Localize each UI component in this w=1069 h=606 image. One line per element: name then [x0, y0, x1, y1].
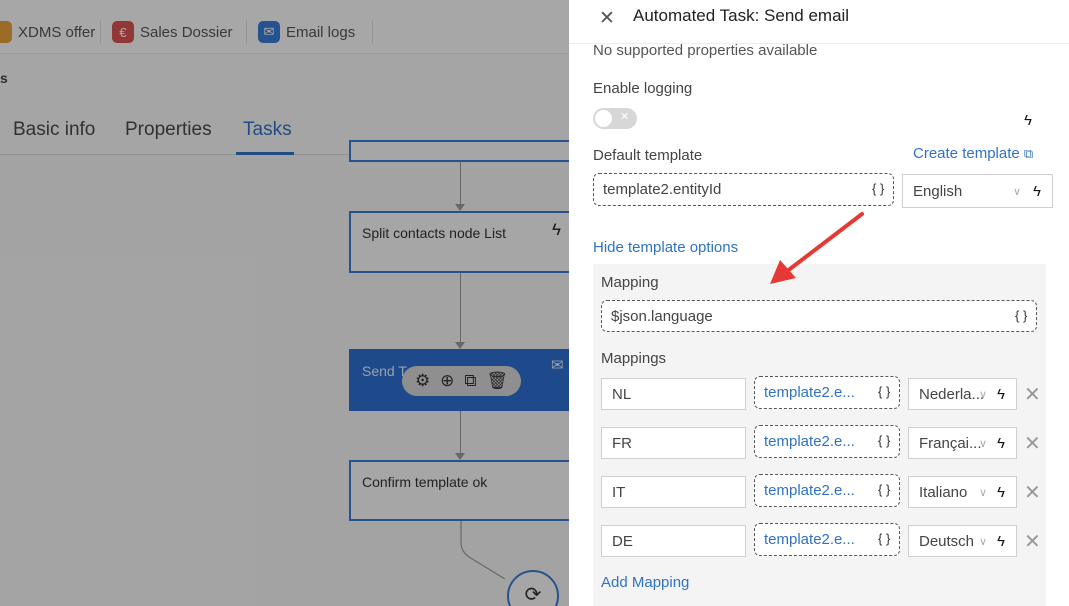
annotation-arrow [770, 212, 864, 284]
mapping-language-select[interactable]: Deutsch ∨ ϟ [908, 525, 1017, 557]
drawer-header: ✕ Automated Task: Send email [569, 0, 1069, 44]
logging-label: Enable logging [593, 80, 693, 97]
mapping-language-select[interactable]: Italiano ∨ ϟ [908, 476, 1017, 508]
remove-mapping-icon[interactable]: ✕ [1024, 480, 1041, 505]
toggle-knob [595, 110, 612, 127]
mapping-value: $json.language [611, 308, 713, 325]
mapping-key-value: IT [612, 484, 626, 501]
mapping-key-value: FR [612, 435, 632, 452]
mapping-key-input[interactable]: NL [601, 378, 746, 410]
close-icon[interactable]: ✕ [599, 7, 615, 30]
chevron-down-icon: ∨ [979, 438, 988, 450]
mapping-key-value: NL [612, 386, 632, 403]
toggle-off-icon: ✕ [620, 111, 630, 123]
remove-mapping-icon[interactable]: ✕ [1024, 382, 1041, 407]
mapping-language-value: Deutsch [919, 533, 975, 550]
mapping-label: Mapping [601, 274, 659, 291]
mapping-key-input[interactable]: IT [601, 476, 746, 508]
lightning-icon[interactable]: ϟ [997, 386, 1005, 403]
mapping-template-field[interactable]: template2.e... { } [754, 376, 900, 409]
default-template-field[interactable]: template2.entityId { } [593, 173, 894, 206]
mapping-template-value: template2.e... [764, 384, 855, 401]
external-link-icon: ⧉ [1023, 146, 1034, 161]
mapping-template-field[interactable]: template2.e... { } [754, 474, 900, 507]
mapping-template-field[interactable]: template2.e... { } [754, 523, 900, 556]
remove-mapping-icon[interactable]: ✕ [1024, 529, 1041, 554]
logging-toggle[interactable]: ✕ [593, 108, 637, 129]
lightning-icon[interactable]: ϟ [997, 533, 1005, 550]
no-properties-text: No supported properties available [593, 42, 818, 59]
workflow-editor: XDMS offer € Sales Dossier ✉ Email logs … [0, 0, 569, 606]
mapping-template-value: template2.e... [764, 433, 855, 450]
mapping-template-field[interactable]: template2.e... { } [754, 425, 900, 458]
chevron-down-icon: ∨ [979, 487, 988, 499]
task-drawer: ✕ Automated Task: Send email No supporte… [569, 0, 1069, 606]
variable-icon[interactable]: { } [1015, 308, 1027, 323]
template-options-panel: Mapping $json.language { } Mappings NL t… [593, 264, 1046, 606]
create-template-link[interactable]: Create template ⧉ [913, 145, 1033, 162]
mapping-key-input[interactable]: DE [601, 525, 746, 557]
default-language-select[interactable]: English ∨ ϟ [902, 174, 1053, 208]
mapping-key-input[interactable]: FR [601, 427, 746, 459]
variable-icon[interactable]: { } [872, 181, 884, 196]
language-value: English [913, 183, 963, 200]
add-mapping-link[interactable]: Add Mapping [601, 574, 689, 591]
mapping-language-select[interactable]: Nederla... ∨ ϟ [908, 378, 1017, 410]
lightning-icon[interactable]: ϟ [997, 435, 1005, 452]
mapping-language-select[interactable]: Françai... ∨ ϟ [908, 427, 1017, 459]
lightning-icon[interactable]: ϟ [1024, 112, 1032, 129]
mapping-language-value: Italiano [919, 484, 968, 501]
drawer-title: Automated Task: Send email [633, 6, 850, 25]
modal-overlay[interactable] [0, 0, 569, 606]
mapping-template-value: template2.e... [764, 531, 855, 548]
chevron-down-icon: ∨ [979, 389, 988, 401]
variable-icon[interactable]: { } [878, 384, 890, 399]
variable-icon[interactable]: { } [878, 482, 890, 497]
mapping-field[interactable]: $json.language { } [601, 300, 1037, 332]
chevron-down-icon: ∨ [1013, 186, 1022, 198]
lightning-icon[interactable]: ϟ [1033, 183, 1041, 200]
remove-mapping-icon[interactable]: ✕ [1024, 431, 1041, 456]
create-template-text: Create template [913, 145, 1020, 162]
mapping-template-value: template2.e... [764, 482, 855, 499]
default-template-value: template2.entityId [603, 181, 722, 198]
mapping-language-value: Nederla... [919, 386, 985, 403]
lightning-icon[interactable]: ϟ [997, 484, 1005, 501]
variable-icon[interactable]: { } [878, 433, 890, 448]
mapping-language-value: Françai... [919, 435, 982, 452]
variable-icon[interactable]: { } [878, 531, 890, 546]
chevron-down-icon: ∨ [979, 536, 988, 548]
default-template-label: Default template [593, 147, 703, 164]
mapping-key-value: DE [612, 533, 633, 550]
hide-template-options-link[interactable]: Hide template options [593, 239, 738, 256]
mappings-label: Mappings [601, 350, 667, 367]
